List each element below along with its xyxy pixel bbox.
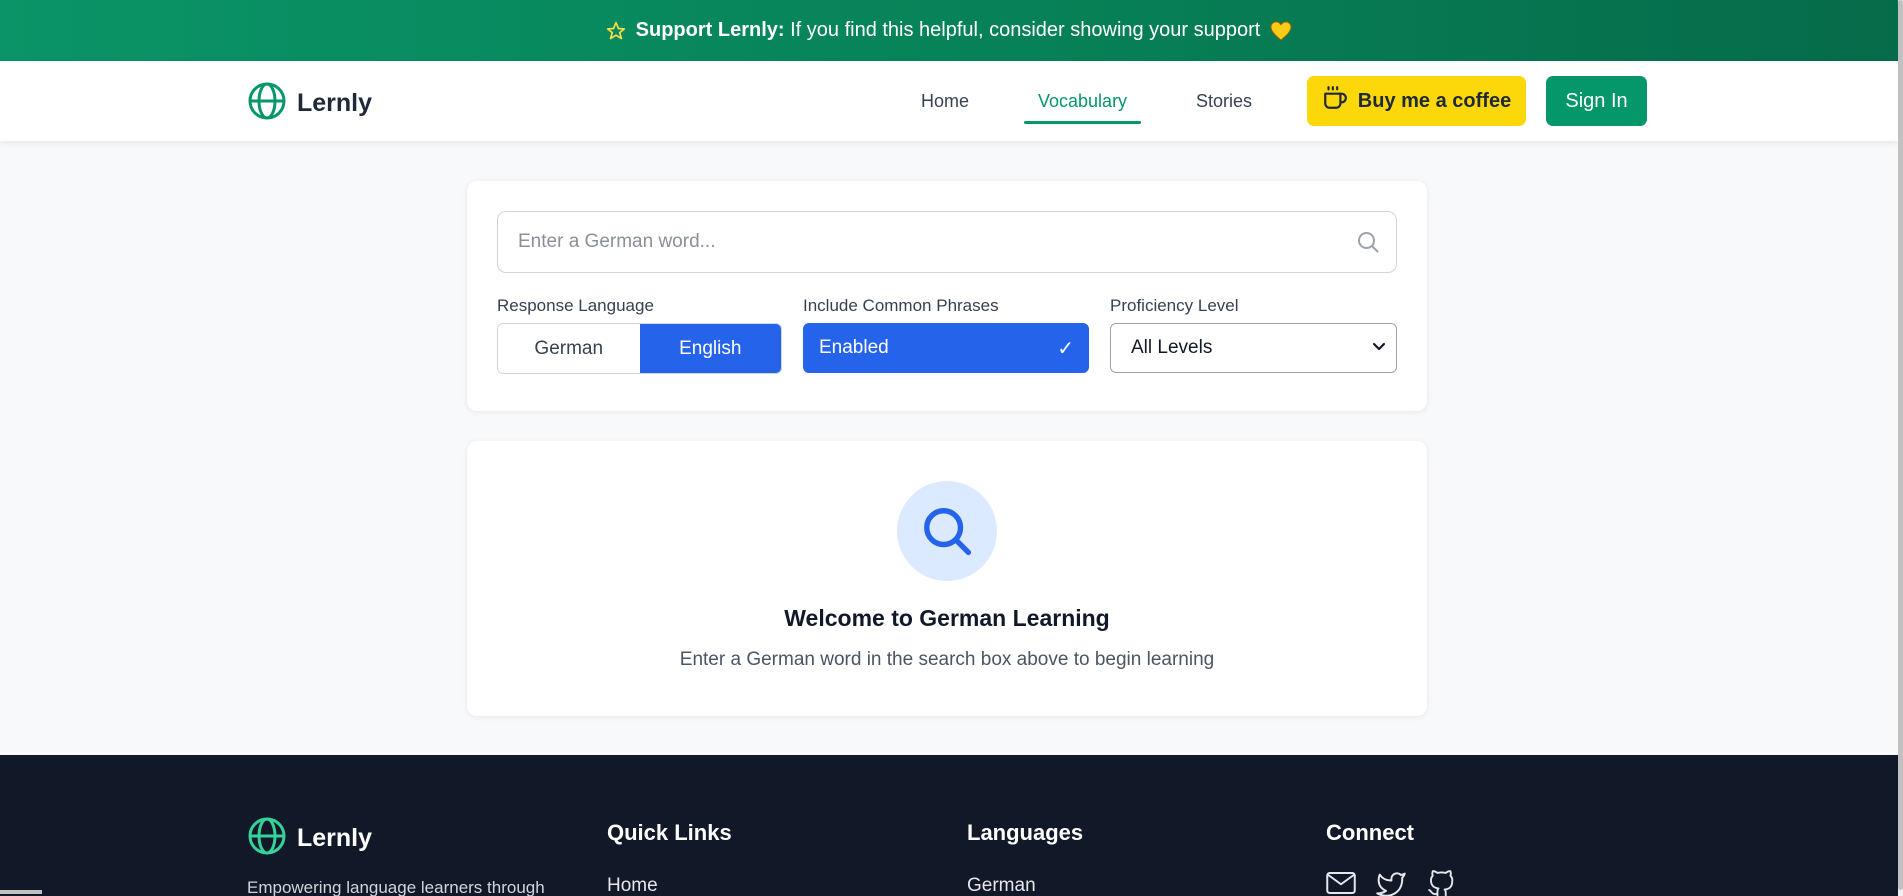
welcome-title: Welcome to German Learning — [784, 605, 1110, 631]
support-banner: Support Lernly: If you find this helpful… — [0, 0, 1898, 61]
response-language-english[interactable]: English — [639, 324, 781, 373]
search-icon[interactable] — [1356, 230, 1380, 259]
nav-home[interactable]: Home — [921, 61, 969, 141]
quick-links-heading: Quick Links — [607, 820, 732, 845]
common-phrases-label: Include Common Phrases — [803, 296, 999, 315]
search-card: Response Language German English Include… — [467, 181, 1427, 411]
search-input[interactable] — [498, 212, 1396, 272]
footer-link-german[interactable]: German — [967, 875, 1036, 896]
response-language-german[interactable]: German — [498, 324, 640, 373]
globe-icon — [247, 816, 287, 861]
proficiency-level-value: All Levels — [1131, 337, 1213, 358]
welcome-subtitle: Enter a German word in the search box ab… — [679, 649, 1215, 670]
twitter-icon[interactable] — [1376, 870, 1406, 896]
sign-in-button[interactable]: Sign In — [1546, 76, 1647, 126]
globe-icon — [247, 81, 287, 126]
banner-message: If you find this helpful, consider showi… — [790, 19, 1261, 41]
check-icon: ✓ — [1057, 337, 1074, 360]
common-phrases-toggle[interactable]: Enabled ✓ — [803, 323, 1089, 373]
footer-tagline: Empowering language learners through — [247, 878, 545, 896]
mail-icon[interactable] — [1326, 870, 1356, 896]
languages-heading: Languages — [967, 820, 1084, 845]
buy-coffee-button[interactable]: Buy me a coffee — [1307, 76, 1526, 126]
footer-logo[interactable]: Lernly — [247, 816, 372, 861]
footer-brand-name: Lernly — [297, 824, 373, 852]
search-box — [497, 211, 1397, 273]
github-icon[interactable] — [1426, 870, 1456, 896]
banner-bold: Support Lernly: — [635, 19, 785, 41]
horizontal-scrollbar-thumb[interactable] — [0, 890, 42, 894]
vertical-scrollbar-thumb[interactable] — [1898, 0, 1903, 890]
nav-stories[interactable]: Stories — [1196, 61, 1252, 141]
social-links — [1326, 870, 1456, 896]
buy-coffee-label: Buy me a coffee — [1357, 89, 1512, 112]
response-language-label: Response Language — [497, 296, 654, 315]
common-phrases-value: Enabled — [819, 337, 889, 358]
nav-vocabulary[interactable]: Vocabulary — [1038, 61, 1127, 141]
welcome-card: Welcome to German Learning Enter a Germa… — [467, 441, 1427, 716]
connect-heading: Connect — [1326, 820, 1414, 845]
banner-text: Support Lernly: If you find this helpful… — [636, 19, 1261, 42]
star-icon — [606, 21, 626, 41]
nav-active-indicator — [1024, 121, 1141, 124]
site-header: Lernly Home Vocabulary Stories Buy me a … — [0, 61, 1898, 141]
coffee-cup-icon — [1322, 85, 1348, 117]
chevron-down-icon — [1372, 337, 1386, 359]
welcome-search-icon — [897, 481, 997, 581]
proficiency-level-select[interactable]: All Levels — [1110, 323, 1397, 373]
proficiency-level-label: Proficiency Level — [1110, 296, 1239, 315]
logo[interactable]: Lernly — [247, 81, 372, 126]
footer-link-home[interactable]: Home — [607, 875, 658, 896]
heart-icon — [1270, 20, 1292, 41]
brand-name: Lernly — [297, 89, 373, 117]
site-footer: Lernly Empowering language learners thro… — [0, 755, 1898, 896]
response-language-toggle: German English — [497, 323, 782, 374]
